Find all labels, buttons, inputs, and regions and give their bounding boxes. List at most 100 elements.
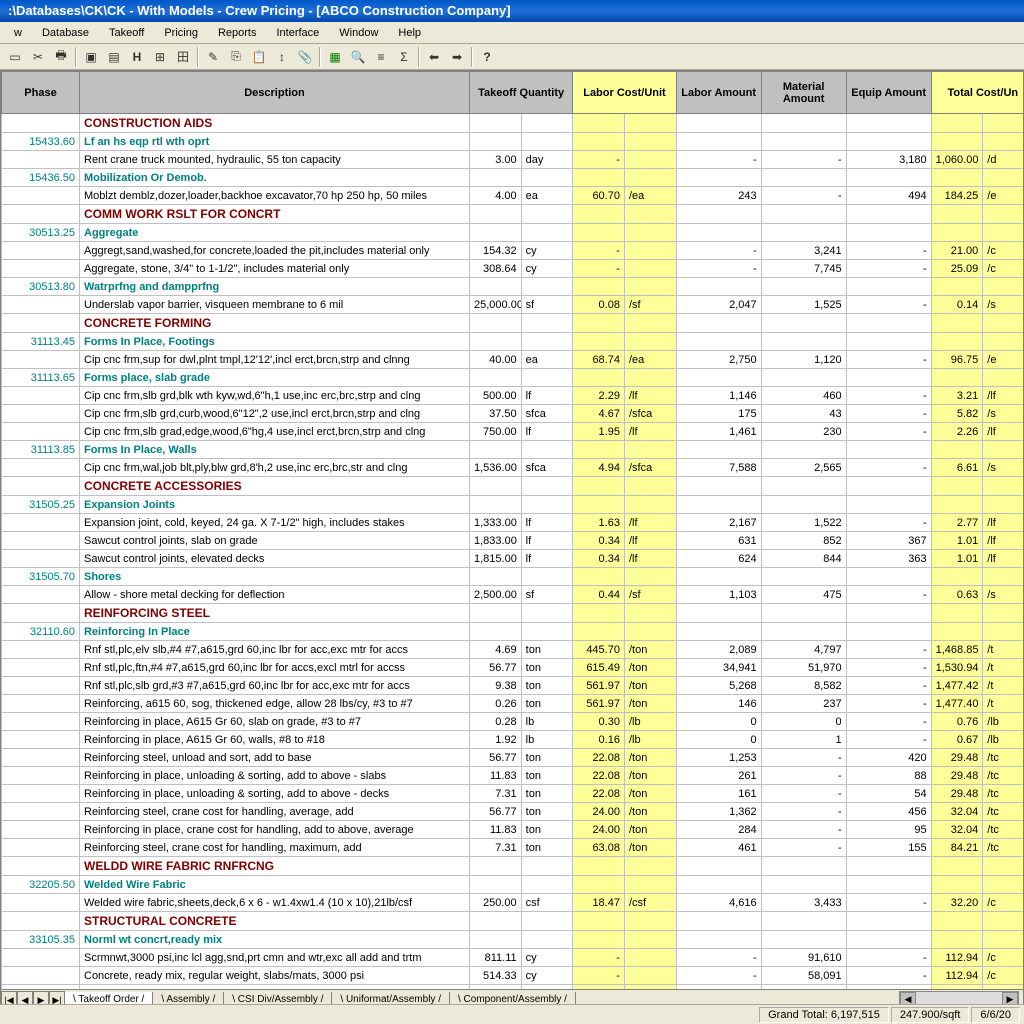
table-row[interactable]: 30513.25Aggregate	[2, 224, 1024, 242]
cell-material-amount[interactable]: 237	[761, 695, 846, 713]
cell-material-amount[interactable]: 230	[761, 423, 846, 441]
cell-unit[interactable]: ton	[521, 677, 573, 695]
cell-unit[interactable]: ton	[521, 749, 573, 767]
cell-tcu-unit[interactable]	[983, 133, 1024, 151]
cell-lcu-unit[interactable]	[624, 967, 676, 985]
cell-unit[interactable]	[521, 205, 573, 224]
table-row[interactable]: 31505.70Shores	[2, 568, 1024, 586]
cell-tcu-unit[interactable]: /c	[983, 260, 1024, 278]
cell-lcu-unit[interactable]	[624, 496, 676, 514]
cell-unit[interactable]: day	[521, 151, 573, 169]
cell-lcu-unit[interactable]: /ton	[624, 839, 676, 857]
cell-material-amount[interactable]: -	[761, 803, 846, 821]
table-row[interactable]: Reinforcing in place, A615 Gr 60, walls,…	[2, 731, 1024, 749]
cell-description[interactable]: Cip cnc frm,wal,job blt,ply,blw grd,8'h,…	[80, 459, 470, 477]
cell-equip-amount[interactable]	[846, 931, 931, 949]
cell-unit[interactable]: ton	[521, 821, 573, 839]
table-row[interactable]: 33105.35Norml wt concrt,ready mix	[2, 931, 1024, 949]
cell-total-cost-unit[interactable]: 112.94	[931, 949, 983, 967]
cell-qty[interactable]	[470, 931, 522, 949]
cell-material-amount[interactable]	[761, 857, 846, 876]
cell-qty[interactable]	[470, 876, 522, 894]
cell-unit[interactable]: ea	[521, 351, 573, 369]
cell-total-cost-unit[interactable]: 96.75	[931, 351, 983, 369]
cell-phase[interactable]	[2, 659, 80, 677]
help-icon[interactable]: ?	[476, 46, 498, 68]
cell-phase[interactable]: 30513.80	[2, 278, 80, 296]
cell-material-amount[interactable]: 0	[761, 713, 846, 731]
cell-qty[interactable]: 514.33	[470, 967, 522, 985]
menu-interface[interactable]: Interface	[266, 24, 329, 42]
cell-labor-amount[interactable]: 2,047	[676, 296, 761, 314]
cell-equip-amount[interactable]	[846, 568, 931, 586]
cell-labor-amount[interactable]: 284	[676, 821, 761, 839]
cell-lcu-unit[interactable]: /ton	[624, 677, 676, 695]
cell-description[interactable]: COMM WORK RSLT FOR CONCRT	[80, 205, 470, 224]
cell-total-cost-unit[interactable]: 1,468.85	[931, 641, 983, 659]
chart-icon[interactable]: ▦	[324, 46, 346, 68]
cell-material-amount[interactable]	[761, 333, 846, 351]
cell-labor-cost-unit[interactable]	[573, 568, 625, 586]
cell-equip-amount[interactable]	[846, 205, 931, 224]
cell-material-amount[interactable]: 51,970	[761, 659, 846, 677]
cell-total-cost-unit[interactable]	[931, 114, 983, 133]
cell-tcu-unit[interactable]: /lf	[983, 514, 1024, 532]
cell-labor-cost-unit[interactable]: 1.63	[573, 514, 625, 532]
cell-equip-amount[interactable]: 88	[846, 767, 931, 785]
cell-qty[interactable]	[470, 278, 522, 296]
cell-description[interactable]: Cip cnc frm,slb grad,edge,wood,6"hg,4 us…	[80, 423, 470, 441]
cell-material-amount[interactable]	[761, 278, 846, 296]
cell-equip-amount[interactable]: -	[846, 586, 931, 604]
find-icon[interactable]: ▣	[80, 46, 102, 68]
cell-labor-cost-unit[interactable]: -	[573, 260, 625, 278]
cell-qty[interactable]: 1,833.00	[470, 532, 522, 550]
cell-equip-amount[interactable]	[846, 278, 931, 296]
cell-description[interactable]: Reinforcing in place, unloading & sortin…	[80, 785, 470, 803]
cell-description[interactable]: Rnf stl,plc,elv slb,#4 #7,a615,grd 60,in…	[80, 641, 470, 659]
cell-labor-cost-unit[interactable]: 561.97	[573, 677, 625, 695]
cell-total-cost-unit[interactable]	[931, 441, 983, 459]
cell-unit[interactable]: cy	[521, 949, 573, 967]
cell-labor-amount[interactable]: 161	[676, 785, 761, 803]
table-row[interactable]: WELDD WIRE FABRIC RNFRCNG	[2, 857, 1024, 876]
cell-labor-amount[interactable]: 0	[676, 731, 761, 749]
cell-labor-amount[interactable]: 146	[676, 695, 761, 713]
table-row[interactable]: Reinforcing steel, crane cost for handli…	[2, 839, 1024, 857]
cell-labor-cost-unit[interactable]: 445.70	[573, 641, 625, 659]
cell-total-cost-unit[interactable]	[931, 169, 983, 187]
cell-equip-amount[interactable]: -	[846, 894, 931, 912]
cell-material-amount[interactable]	[761, 931, 846, 949]
cell-qty[interactable]	[470, 912, 522, 931]
cell-labor-amount[interactable]	[676, 496, 761, 514]
cell-lcu-unit[interactable]: /sf	[624, 586, 676, 604]
cell-equip-amount[interactable]: -	[846, 949, 931, 967]
cell-phase[interactable]	[2, 857, 80, 876]
goto-icon[interactable]: ▤	[103, 46, 125, 68]
cell-total-cost-unit[interactable]: 29.48	[931, 785, 983, 803]
cell-phase[interactable]	[2, 242, 80, 260]
cell-labor-amount[interactable]	[676, 169, 761, 187]
cell-lcu-unit[interactable]	[624, 369, 676, 387]
cell-unit[interactable]: ton	[521, 767, 573, 785]
cell-lcu-unit[interactable]: /ea	[624, 351, 676, 369]
table-row[interactable]: 32110.60Reinforcing In Place	[2, 623, 1024, 641]
cell-phase[interactable]	[2, 260, 80, 278]
cell-material-amount[interactable]: 8,582	[761, 677, 846, 695]
cell-labor-amount[interactable]	[676, 333, 761, 351]
cell-tcu-unit[interactable]	[983, 114, 1024, 133]
cell-description[interactable]: Aggregt,sand,washed,for concrete,loaded …	[80, 242, 470, 260]
cell-description[interactable]: Cip cnc frm,slb grd,curb,wood,6"12",2 us…	[80, 405, 470, 423]
cell-description[interactable]: STRUCTURAL CONCRETE	[80, 912, 470, 931]
cell-lcu-unit[interactable]: /sf	[624, 296, 676, 314]
cell-total-cost-unit[interactable]: 3.21	[931, 387, 983, 405]
cell-qty[interactable]	[470, 568, 522, 586]
cell-labor-cost-unit[interactable]: -	[573, 242, 625, 260]
table-row[interactable]: Underslab vapor barrier, visqueen membra…	[2, 296, 1024, 314]
table-row[interactable]: Sawcut control joints, elevated decks1,8…	[2, 550, 1024, 568]
table-row[interactable]: Reinforcing steel, unload and sort, add …	[2, 749, 1024, 767]
cell-tcu-unit[interactable]: /t	[983, 641, 1024, 659]
cell-labor-amount[interactable]: -	[676, 949, 761, 967]
cell-description[interactable]: Reinforcing in place, crane cost for han…	[80, 821, 470, 839]
cell-description[interactable]: Rnf stl,plc,slb grd,#3 #7,a615,grd 60,in…	[80, 677, 470, 695]
cell-labor-amount[interactable]	[676, 568, 761, 586]
